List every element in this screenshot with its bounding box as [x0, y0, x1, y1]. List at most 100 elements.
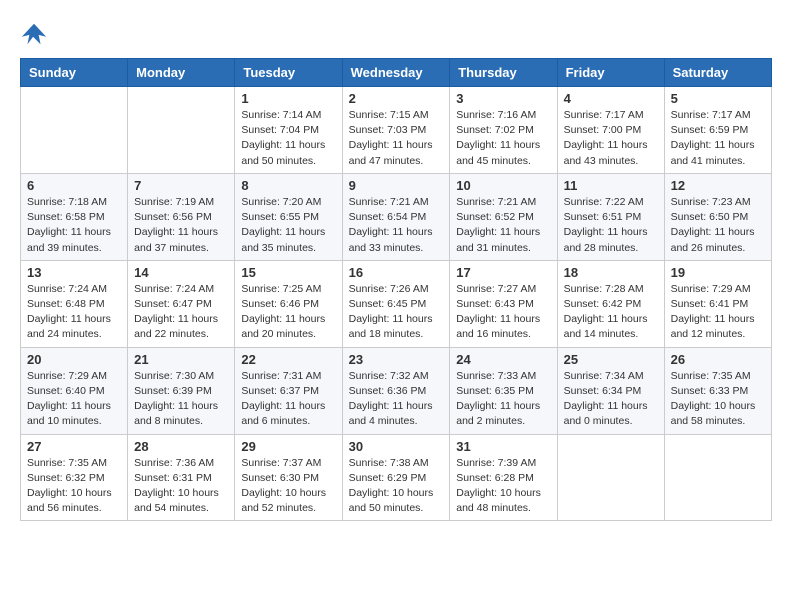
- day-number: 5: [671, 91, 765, 106]
- day-info: Sunrise: 7:16 AMSunset: 7:02 PMDaylight:…: [456, 108, 550, 169]
- calendar-cell: 26 Sunrise: 7:35 AMSunset: 6:33 PMDayligh…: [664, 347, 771, 434]
- calendar-cell: [557, 434, 664, 521]
- calendar-week-row: 13 Sunrise: 7:24 AMSunset: 6:48 PMDayligh…: [21, 260, 772, 347]
- calendar-cell: 25Sunrise: 7:34 AMSunset: 6:34 PMDayligh…: [557, 347, 664, 434]
- day-number: 19: [671, 265, 765, 280]
- day-info: Sunrise: 7:29 AMSunset: 6:41 PMDaylight:…: [671, 282, 765, 343]
- day-number: 4: [564, 91, 658, 106]
- calendar-cell: 1 Sunrise: 7:14 AMSunset: 7:04 PMDaylight…: [235, 87, 342, 174]
- column-header-friday: Friday: [557, 59, 664, 87]
- calendar-week-row: 20 Sunrise: 7:29 AMSunset: 6:40 PMDayligh…: [21, 347, 772, 434]
- day-info: Sunrise: 7:31 AMSunset: 6:37 PMDaylight:…: [241, 369, 335, 430]
- day-info: Sunrise: 7:22 AMSunset: 6:51 PMDaylight:…: [564, 195, 658, 256]
- day-info: Sunrise: 7:33 AMSunset: 6:35 PMDaylight:…: [456, 369, 550, 430]
- calendar-cell: 4 Sunrise: 7:17 AMSunset: 7:00 PMDaylight…: [557, 87, 664, 174]
- day-info: Sunrise: 7:26 AMSunset: 6:45 PMDaylight:…: [349, 282, 444, 343]
- day-info: Sunrise: 7:18 AMSunset: 6:58 PMDaylight:…: [27, 195, 121, 256]
- day-number: 27: [27, 439, 121, 454]
- day-number: 7: [134, 178, 228, 193]
- calendar-cell: 24 Sunrise: 7:33 AMSunset: 6:35 PMDayligh…: [450, 347, 557, 434]
- day-info: Sunrise: 7:15 AMSunset: 7:03 PMDaylight:…: [349, 108, 444, 169]
- calendar-cell: 23 Sunrise: 7:32 AMSunset: 6:36 PMDayligh…: [342, 347, 450, 434]
- calendar-cell: 14Sunrise: 7:24 AMSunset: 6:47 PMDayligh…: [128, 260, 235, 347]
- page-header: [20, 20, 772, 48]
- day-number: 14: [134, 265, 228, 280]
- column-header-saturday: Saturday: [664, 59, 771, 87]
- calendar-cell: 28Sunrise: 7:36 AMSunset: 6:31 PMDayligh…: [128, 434, 235, 521]
- logo: [20, 20, 52, 48]
- day-number: 16: [349, 265, 444, 280]
- calendar-cell: 16 Sunrise: 7:26 AMSunset: 6:45 PMDayligh…: [342, 260, 450, 347]
- day-number: 13: [27, 265, 121, 280]
- day-number: 29: [241, 439, 335, 454]
- calendar-cell: 6 Sunrise: 7:18 AMSunset: 6:58 PMDaylight…: [21, 173, 128, 260]
- day-number: 28: [134, 439, 228, 454]
- day-number: 24: [456, 352, 550, 367]
- day-info: Sunrise: 7:20 AMSunset: 6:55 PMDaylight:…: [241, 195, 335, 256]
- day-number: 25: [564, 352, 658, 367]
- day-number: 21: [134, 352, 228, 367]
- calendar-cell: 31 Sunrise: 7:39 AMSunset: 6:28 PMDayligh…: [450, 434, 557, 521]
- calendar-cell: 10 Sunrise: 7:21 AMSunset: 6:52 PMDayligh…: [450, 173, 557, 260]
- day-info: Sunrise: 7:35 AMSunset: 6:32 PMDaylight:…: [27, 456, 121, 517]
- calendar-cell: 3 Sunrise: 7:16 AMSunset: 7:02 PMDaylight…: [450, 87, 557, 174]
- calendar-cell: 13 Sunrise: 7:24 AMSunset: 6:48 PMDayligh…: [21, 260, 128, 347]
- day-info: Sunrise: 7:39 AMSunset: 6:28 PMDaylight:…: [456, 456, 550, 517]
- day-number: 15: [241, 265, 335, 280]
- day-info: Sunrise: 7:17 AMSunset: 6:59 PMDaylight:…: [671, 108, 765, 169]
- column-header-monday: Monday: [128, 59, 235, 87]
- day-info: Sunrise: 7:37 AMSunset: 6:30 PMDaylight:…: [241, 456, 335, 517]
- day-number: 8: [241, 178, 335, 193]
- day-number: 23: [349, 352, 444, 367]
- day-info: Sunrise: 7:17 AMSunset: 7:00 PMDaylight:…: [564, 108, 658, 169]
- calendar-cell: 27 Sunrise: 7:35 AMSunset: 6:32 PMDayligh…: [21, 434, 128, 521]
- calendar-cell: 29 Sunrise: 7:37 AMSunset: 6:30 PMDayligh…: [235, 434, 342, 521]
- day-number: 3: [456, 91, 550, 106]
- calendar-cell: 20 Sunrise: 7:29 AMSunset: 6:40 PMDayligh…: [21, 347, 128, 434]
- day-info: Sunrise: 7:27 AMSunset: 6:43 PMDaylight:…: [456, 282, 550, 343]
- day-number: 10: [456, 178, 550, 193]
- day-number: 26: [671, 352, 765, 367]
- calendar-cell: 17 Sunrise: 7:27 AMSunset: 6:43 PMDayligh…: [450, 260, 557, 347]
- day-info: Sunrise: 7:23 AMSunset: 6:50 PMDaylight:…: [671, 195, 765, 256]
- day-number: 11: [564, 178, 658, 193]
- day-info: Sunrise: 7:21 AMSunset: 6:54 PMDaylight:…: [349, 195, 444, 256]
- day-number: 17: [456, 265, 550, 280]
- day-number: 20: [27, 352, 121, 367]
- logo-icon: [20, 20, 48, 48]
- calendar-cell: 19 Sunrise: 7:29 AMSunset: 6:41 PMDayligh…: [664, 260, 771, 347]
- day-number: 31: [456, 439, 550, 454]
- calendar-cell: 12 Sunrise: 7:23 AMSunset: 6:50 PMDayligh…: [664, 173, 771, 260]
- day-info: Sunrise: 7:29 AMSunset: 6:40 PMDaylight:…: [27, 369, 121, 430]
- calendar-cell: 9Sunrise: 7:21 AMSunset: 6:54 PMDaylight…: [342, 173, 450, 260]
- calendar-header-row: SundayMondayTuesdayWednesdayThursdayFrid…: [21, 59, 772, 87]
- day-info: Sunrise: 7:19 AMSunset: 6:56 PMDaylight:…: [134, 195, 228, 256]
- day-info: Sunrise: 7:24 AMSunset: 6:48 PMDaylight:…: [27, 282, 121, 343]
- column-header-sunday: Sunday: [21, 59, 128, 87]
- day-info: Sunrise: 7:14 AMSunset: 7:04 PMDaylight:…: [241, 108, 335, 169]
- day-number: 22: [241, 352, 335, 367]
- day-info: Sunrise: 7:21 AMSunset: 6:52 PMDaylight:…: [456, 195, 550, 256]
- calendar-week-row: 27 Sunrise: 7:35 AMSunset: 6:32 PMDayligh…: [21, 434, 772, 521]
- calendar-cell: 21 Sunrise: 7:30 AMSunset: 6:39 PMDayligh…: [128, 347, 235, 434]
- day-number: 2: [349, 91, 444, 106]
- calendar-cell: [21, 87, 128, 174]
- day-info: Sunrise: 7:30 AMSunset: 6:39 PMDaylight:…: [134, 369, 228, 430]
- calendar-cell: 22 Sunrise: 7:31 AMSunset: 6:37 PMDayligh…: [235, 347, 342, 434]
- day-info: Sunrise: 7:28 AMSunset: 6:42 PMDaylight:…: [564, 282, 658, 343]
- day-number: 6: [27, 178, 121, 193]
- day-info: Sunrise: 7:25 AMSunset: 6:46 PMDaylight:…: [241, 282, 335, 343]
- day-number: 30: [349, 439, 444, 454]
- calendar-week-row: 6 Sunrise: 7:18 AMSunset: 6:58 PMDaylight…: [21, 173, 772, 260]
- day-number: 12: [671, 178, 765, 193]
- calendar-cell: 30 Sunrise: 7:38 AMSunset: 6:29 PMDayligh…: [342, 434, 450, 521]
- column-header-thursday: Thursday: [450, 59, 557, 87]
- calendar-week-row: 1 Sunrise: 7:14 AMSunset: 7:04 PMDaylight…: [21, 87, 772, 174]
- calendar-cell: 15 Sunrise: 7:25 AMSunset: 6:46 PMDayligh…: [235, 260, 342, 347]
- day-info: Sunrise: 7:32 AMSunset: 6:36 PMDaylight:…: [349, 369, 444, 430]
- day-number: 1: [241, 91, 335, 106]
- day-info: Sunrise: 7:38 AMSunset: 6:29 PMDaylight:…: [349, 456, 444, 517]
- day-info: Sunrise: 7:35 AMSunset: 6:33 PMDaylight:…: [671, 369, 765, 430]
- calendar-cell: [128, 87, 235, 174]
- calendar-cell: 5 Sunrise: 7:17 AMSunset: 6:59 PMDaylight…: [664, 87, 771, 174]
